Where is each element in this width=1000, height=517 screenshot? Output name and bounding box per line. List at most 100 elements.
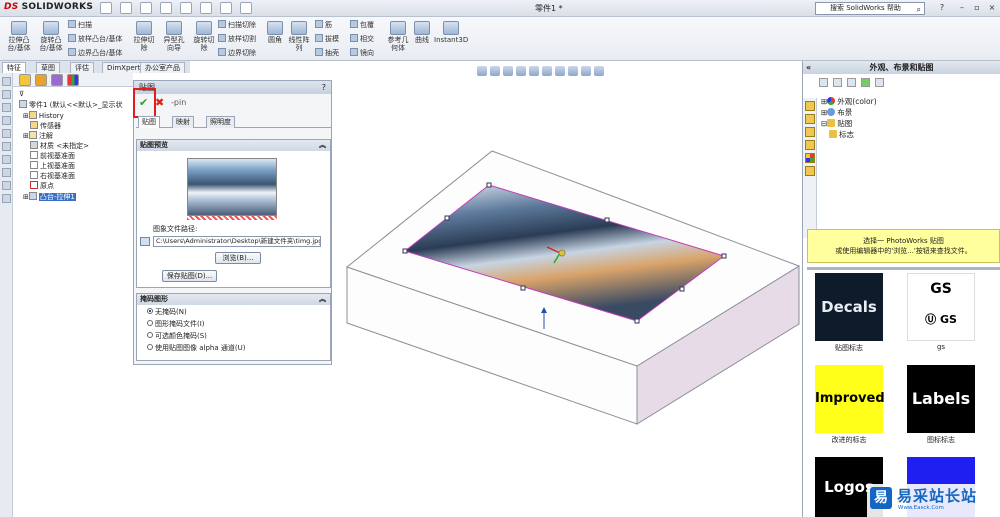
restore-button[interactable]: ▫ — [970, 2, 984, 14]
save-decal-button[interactable]: 保存贴图(D)... — [162, 270, 217, 282]
tab-sketch[interactable]: 草图 — [36, 62, 60, 73]
strip-icon-7[interactable] — [2, 155, 11, 164]
tab-features[interactable]: 特征 — [2, 62, 26, 73]
decal-handle[interactable] — [402, 248, 408, 254]
forward-icon[interactable] — [833, 78, 842, 87]
color-mask-radio[interactable]: 可选颜色掩码(S) — [147, 332, 207, 341]
tree-item-front-plane[interactable]: 前视基准面 — [30, 151, 75, 161]
loft-boss-button[interactable]: 放样凸台/基体 — [68, 34, 122, 44]
hole-wizard-button[interactable]: 异型孔 向导 — [160, 21, 188, 52]
image-path-input[interactable]: C:\Users\Administrator\Desktop\新建文件夹\tim… — [153, 236, 321, 247]
extrude-cut-button[interactable]: 拉伸切 除 — [130, 21, 158, 52]
tree-logos[interactable]: 标志 — [829, 130, 854, 139]
manipulator-center[interactable] — [558, 249, 566, 257]
decal-handle[interactable] — [634, 318, 640, 324]
appearances-tab-icon[interactable] — [805, 153, 815, 163]
rib-button[interactable]: 筋 — [315, 20, 332, 30]
image-mask-radio[interactable]: 图形掩码文件(I) — [147, 320, 205, 329]
boundary-cut-button[interactable]: 边界切除 — [218, 48, 256, 58]
cancel-button[interactable]: ✖ — [155, 97, 164, 109]
mask-header[interactable]: 掩码图形 ︽ — [137, 294, 330, 305]
help-icon[interactable]: ? — [935, 2, 949, 14]
collapse-icon[interactable]: ︽ — [319, 294, 326, 305]
filter-icon[interactable]: ⊽ — [19, 90, 24, 99]
tab-dimxpert[interactable]: DimXpert — [102, 62, 146, 73]
tree-root[interactable]: 零件1 (默认<<默认>_显示状 — [19, 100, 123, 110]
ok-button[interactable]: ✔ — [139, 97, 148, 109]
help-icon[interactable]: ? — [322, 81, 326, 94]
decal-handle[interactable] — [486, 182, 492, 188]
app-logo[interactable]: DS SOLIDWORKS — [4, 2, 93, 12]
minimize-button[interactable]: – — [955, 2, 969, 14]
tree-decals[interactable]: ⊟ 贴图 — [821, 119, 852, 128]
decal-handle[interactable] — [679, 286, 685, 292]
strip-icon-5[interactable] — [2, 129, 11, 138]
wrap-button[interactable]: 包覆 — [350, 20, 374, 30]
curves-button[interactable]: 曲线 — [412, 21, 432, 44]
help-search-input[interactable]: 搜索 SolidWorks 帮助 ⌕ — [815, 2, 925, 15]
tree-item-right-plane[interactable]: 右视基准面 — [30, 171, 75, 181]
graphics-area[interactable] — [332, 61, 802, 517]
linear-pattern-button[interactable]: 线性阵 列 — [286, 21, 312, 52]
tree-item-annotations[interactable]: ⊞ 注解 — [23, 131, 53, 141]
sweep-button[interactable]: 扫描 — [68, 20, 92, 30]
decal-handle[interactable] — [721, 253, 727, 259]
intersect-button[interactable]: 相交 — [350, 34, 374, 44]
tree-item-top-plane[interactable]: 上视基准面 — [30, 161, 75, 171]
close-button[interactable]: × — [985, 2, 999, 14]
gallery-splitter[interactable] — [807, 267, 1000, 270]
tab-evaluate[interactable]: 评估 — [70, 62, 94, 73]
view-palette-tab-icon[interactable] — [805, 140, 815, 150]
add-to-library-icon[interactable] — [861, 78, 870, 87]
browse-button[interactable]: 浏览(B)... — [215, 252, 261, 264]
decal-preview-header[interactable]: 贴图预览 ︽ — [137, 140, 330, 151]
extrude-boss-button[interactable]: 拉伸凸 台/基体 — [4, 21, 34, 52]
config-tab-icon[interactable] — [51, 74, 63, 86]
strip-icon-10[interactable] — [2, 194, 11, 203]
tree-scenes[interactable]: ⊞ 布景 — [821, 108, 852, 117]
tree-item-material[interactable]: 材质 <未指定> — [30, 141, 89, 151]
boundary-boss-button[interactable]: 边界凸台/基体 — [68, 48, 122, 58]
undo-icon[interactable] — [180, 2, 192, 14]
collapse-task-pane-icon[interactable]: « — [806, 61, 811, 74]
tab-mapping[interactable]: 映射 — [172, 116, 194, 128]
collapse-icon[interactable]: ︽ — [319, 140, 326, 151]
file-explorer-tab-icon[interactable] — [805, 127, 815, 137]
strip-icon-3[interactable] — [2, 103, 11, 112]
pin-icon[interactable]: -pin — [171, 98, 186, 107]
search-icon[interactable]: ⌕ — [917, 4, 921, 15]
select-icon[interactable] — [200, 2, 212, 14]
strip-icon-8[interactable] — [2, 168, 11, 177]
refresh-icon[interactable] — [875, 78, 884, 87]
instant3d-button[interactable]: Instant3D — [434, 21, 468, 44]
print-icon[interactable] — [160, 2, 172, 14]
gallery-item-labels[interactable]: Labels — [907, 365, 975, 433]
strip-icon-1[interactable] — [2, 77, 11, 86]
no-mask-radio[interactable]: 无掩码(N) — [147, 308, 187, 317]
open-icon[interactable] — [120, 2, 132, 14]
revolve-cut-button[interactable]: 旋转切 除 — [190, 21, 218, 52]
rebuild-icon[interactable] — [220, 2, 232, 14]
decal-handle[interactable] — [604, 217, 610, 223]
tree-item-sensors[interactable]: 传感器 — [30, 121, 61, 131]
tree-appearances[interactable]: ⊞ 外观(color) — [821, 97, 877, 106]
save-icon[interactable] — [140, 2, 152, 14]
swept-cut-button[interactable]: 扫描切除 — [218, 20, 256, 30]
decal-handle[interactable] — [520, 285, 526, 291]
tab-illumination[interactable]: 照明度 — [206, 116, 235, 128]
strip-icon-6[interactable] — [2, 142, 11, 151]
lofted-cut-button[interactable]: 放样切割 — [218, 34, 256, 44]
gallery-item-gs[interactable]: GS Ⓤ GS — [907, 273, 975, 341]
alpha-channel-radio[interactable]: 使用贴图图像 alpha 通道(U) — [147, 344, 245, 353]
tree-item-history[interactable]: ⊞ History — [23, 111, 64, 121]
feature-tree-tab-icon[interactable] — [19, 74, 31, 86]
strip-icon-2[interactable] — [2, 90, 11, 99]
decal-handle[interactable] — [444, 215, 450, 221]
strip-icon-9[interactable] — [2, 181, 11, 190]
tree-item-boss-extrude[interactable]: ⊞ 凸台-拉伸1 — [23, 192, 76, 202]
gallery-item-decals[interactable]: Decals — [815, 273, 883, 341]
shell-button[interactable]: 抽壳 — [315, 48, 339, 58]
reference-geometry-button[interactable]: 参考几 何体 — [385, 21, 411, 52]
fillet-button[interactable]: 圆角 — [264, 21, 286, 44]
up-icon[interactable] — [847, 78, 856, 87]
